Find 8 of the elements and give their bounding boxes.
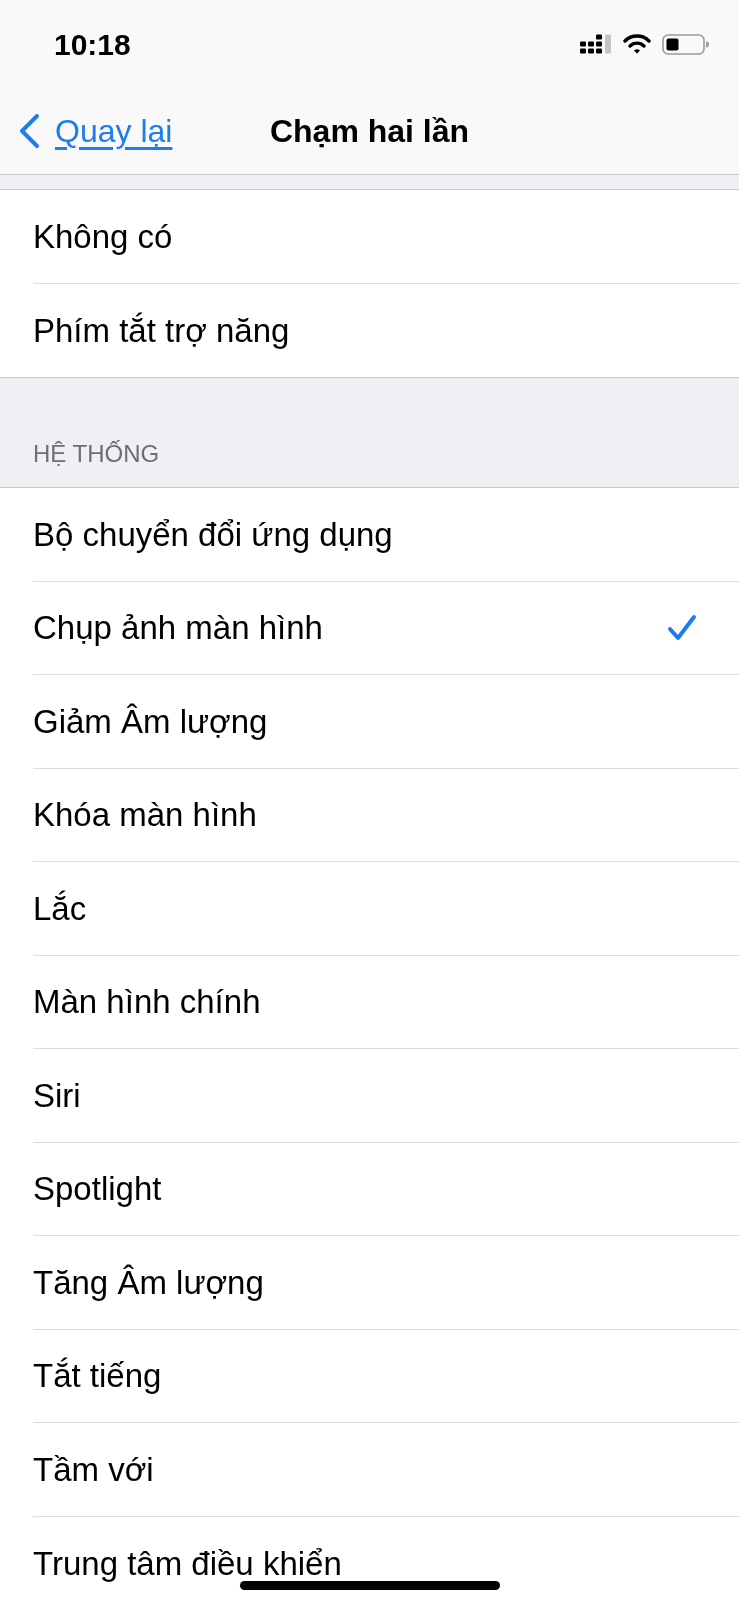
status-time: 10:18 [54, 26, 131, 63]
signal-icon [580, 34, 612, 54]
wifi-icon [623, 34, 651, 54]
battery-icon [662, 33, 709, 55]
screen-title: Chạm hai lần [269, 112, 470, 151]
section-header: HỆ THỐNG [33, 439, 160, 469]
chevron-left-icon [17, 113, 41, 149]
back-button[interactable]: Quay lại [0, 107, 173, 155]
